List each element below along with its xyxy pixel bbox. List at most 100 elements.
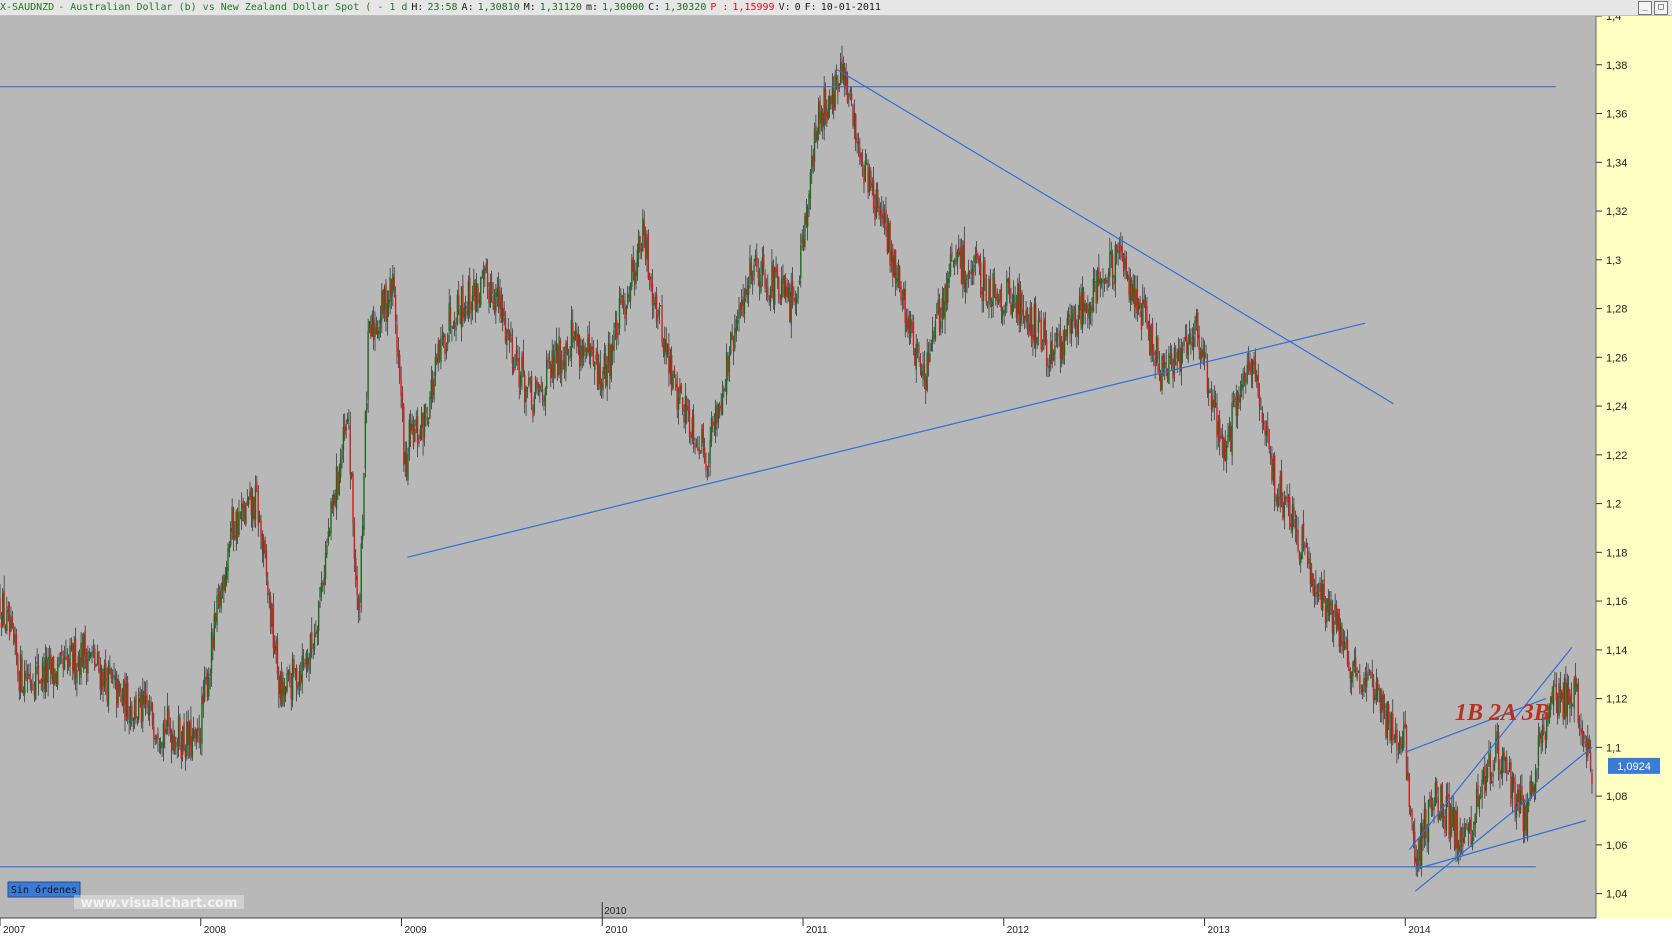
price-tick-label: 1,04 bbox=[1606, 889, 1627, 901]
candle-body bbox=[587, 337, 589, 353]
candle-body bbox=[6, 610, 8, 631]
candle-body bbox=[342, 426, 345, 450]
candle-body bbox=[1032, 334, 1034, 344]
candle-body bbox=[507, 329, 509, 333]
candle-body bbox=[570, 319, 573, 357]
candle-body bbox=[195, 728, 198, 739]
candle-body bbox=[1298, 552, 1301, 560]
candle-body bbox=[1331, 603, 1334, 633]
candle-body bbox=[1529, 780, 1531, 798]
candle-body bbox=[1054, 345, 1056, 355]
candle-body bbox=[702, 424, 704, 444]
price-chart[interactable]: 1,04 1,06 1,08 1,1 1,12 1,14 1,16 1,18 1,2 1,22 1,… bbox=[0, 16, 1672, 938]
candle-body bbox=[466, 309, 468, 316]
candle-body bbox=[881, 209, 883, 219]
candle-body bbox=[808, 193, 810, 210]
candle-body bbox=[614, 322, 617, 329]
candle-body bbox=[1588, 739, 1590, 749]
candle-body bbox=[1063, 329, 1066, 356]
candle-body bbox=[964, 279, 967, 292]
candle-body bbox=[618, 298, 621, 329]
candle-body bbox=[187, 721, 189, 746]
candle-body bbox=[224, 574, 226, 591]
candle-body bbox=[835, 76, 838, 81]
candle-body bbox=[708, 464, 710, 468]
time-tick-label: 2013 bbox=[1208, 925, 1231, 936]
restore-button[interactable]: □ bbox=[1654, 1, 1668, 15]
candle-body bbox=[311, 631, 313, 649]
candle-body bbox=[1241, 384, 1243, 391]
candle-body bbox=[1449, 805, 1452, 836]
candle-body bbox=[783, 275, 786, 298]
wave-count-label: 1B 2A 3B bbox=[1455, 700, 1550, 726]
candle-body bbox=[937, 300, 939, 316]
candle-body bbox=[886, 226, 889, 253]
candle-body bbox=[1456, 810, 1459, 848]
orders-badge[interactable]: Sin órdenes bbox=[7, 881, 81, 898]
candle-body bbox=[1151, 323, 1154, 354]
candle-body bbox=[1118, 246, 1121, 248]
candle-body bbox=[1135, 288, 1137, 307]
candle-body bbox=[382, 290, 384, 314]
candle-body bbox=[947, 277, 949, 303]
candle-body bbox=[923, 363, 926, 375]
candle-body bbox=[1094, 281, 1096, 283]
candle-body bbox=[1067, 314, 1070, 317]
candle-body bbox=[371, 314, 373, 337]
candle-body bbox=[51, 658, 53, 680]
candle-body bbox=[859, 146, 861, 158]
candle-body bbox=[578, 335, 581, 367]
candle-body bbox=[669, 355, 672, 373]
candle-body bbox=[668, 347, 670, 374]
candle-body bbox=[870, 170, 872, 185]
candle-body bbox=[651, 283, 654, 306]
candle-body bbox=[728, 355, 731, 372]
candle-body bbox=[609, 343, 611, 376]
candle-body bbox=[1581, 729, 1584, 735]
candle-body bbox=[1139, 299, 1141, 309]
minimize-button[interactable]: _ bbox=[1638, 1, 1652, 15]
candle-body bbox=[1401, 743, 1404, 749]
candle-body bbox=[1392, 713, 1394, 741]
candle-body bbox=[750, 261, 753, 277]
candle-body bbox=[853, 113, 856, 127]
candle-body bbox=[475, 283, 478, 312]
price-tick-label: 1,24 bbox=[1606, 401, 1627, 413]
time-tick-label: 2010 bbox=[605, 925, 628, 936]
candle-body bbox=[798, 280, 801, 284]
candle-body bbox=[699, 450, 702, 452]
candle-body bbox=[1486, 767, 1489, 778]
candle-body bbox=[975, 250, 978, 258]
candle-body bbox=[1206, 359, 1209, 394]
candle-body bbox=[657, 314, 659, 318]
candle-body bbox=[1003, 309, 1005, 314]
candle-body bbox=[839, 62, 842, 84]
candle-body bbox=[548, 362, 551, 363]
candle-body bbox=[405, 454, 408, 477]
candle-body bbox=[828, 96, 831, 110]
candle-body bbox=[1541, 724, 1544, 744]
candle-body bbox=[877, 189, 879, 208]
candle-body bbox=[1133, 288, 1136, 308]
candle-body bbox=[1271, 455, 1273, 482]
candle-body bbox=[1051, 339, 1053, 365]
candle-body bbox=[697, 448, 699, 450]
candle-body bbox=[679, 385, 681, 400]
candle-body bbox=[17, 654, 19, 674]
candle-body bbox=[767, 286, 769, 298]
candle-body bbox=[149, 707, 151, 716]
candle-body bbox=[333, 493, 335, 506]
candle-body bbox=[337, 470, 339, 494]
candle-body bbox=[467, 280, 470, 317]
candle-body bbox=[1322, 583, 1324, 611]
candle-body bbox=[672, 373, 674, 389]
candle-body bbox=[888, 222, 890, 253]
plot-area[interactable] bbox=[0, 16, 1596, 918]
candle-body bbox=[1175, 351, 1177, 359]
candle-body bbox=[1004, 304, 1007, 307]
candle-body bbox=[50, 654, 52, 675]
candle-body bbox=[1400, 737, 1402, 746]
candle-body bbox=[1260, 407, 1262, 410]
candle-body bbox=[236, 511, 239, 538]
candle-body bbox=[1455, 809, 1457, 850]
